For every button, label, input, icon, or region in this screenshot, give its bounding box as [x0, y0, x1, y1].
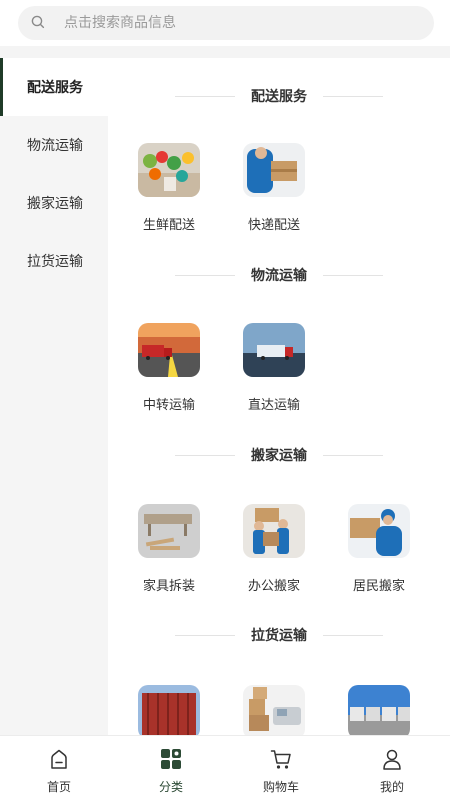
divider	[175, 634, 235, 636]
product-item[interactable]	[339, 685, 419, 735]
product-name: 家具拆装	[142, 579, 195, 594]
tab-cart[interactable]: 购物车	[225, 736, 337, 800]
top-bar	[0, 0, 450, 46]
product-image	[243, 143, 305, 197]
user-icon	[383, 749, 401, 770]
product-name: 快递配送	[247, 218, 300, 233]
product-image	[138, 504, 200, 558]
product-name: 直达运输	[247, 398, 300, 413]
section-title: 拉货运输	[251, 628, 307, 644]
product-name: 居民搬家	[352, 579, 405, 594]
product-item[interactable]: 快递配送	[234, 143, 314, 233]
bottom-tab-bar: 首页 分类 购物车 我的	[0, 735, 450, 800]
divider	[323, 634, 383, 636]
tab-label: 购物车	[262, 780, 299, 794]
product-image	[138, 143, 200, 197]
section-header: 配送服务	[108, 85, 450, 107]
product-name: 中转运输	[142, 398, 195, 413]
sidebar-item-moving[interactable]: 搬家运输	[0, 174, 108, 232]
product-image	[348, 685, 410, 735]
product-item[interactable]	[234, 685, 314, 735]
sidebar-item-cargo[interactable]: 拉货运输	[0, 232, 108, 290]
section-header: 搬家运输	[108, 444, 450, 466]
product-name: 办公搬家	[247, 579, 300, 594]
sidebar-item-label: 搬家运输	[27, 196, 83, 212]
section-title: 搬家运输	[251, 448, 307, 464]
tab-label: 分类	[158, 780, 183, 794]
home-icon	[51, 749, 67, 769]
product-image	[243, 504, 305, 558]
tab-profile[interactable]: 我的	[336, 736, 448, 800]
divider	[323, 454, 383, 456]
product-image	[243, 685, 305, 735]
section-title: 物流运输	[251, 268, 307, 284]
divider	[175, 454, 235, 456]
sidebar-item-delivery[interactable]: 配送服务	[0, 58, 108, 116]
product-item[interactable]: 中转运输	[129, 323, 209, 413]
divider	[323, 95, 383, 97]
product-image	[243, 323, 305, 377]
product-item[interactable]: 办公搬家	[234, 504, 314, 594]
product-item[interactable]: 直达运输	[234, 323, 314, 413]
product-name: 生鲜配送	[142, 218, 195, 233]
sidebar-item-label: 物流运输	[27, 138, 83, 154]
tab-label: 首页	[46, 780, 71, 794]
product-image	[138, 685, 200, 735]
search-bar[interactable]	[18, 6, 434, 40]
search-icon	[31, 15, 45, 29]
product-item[interactable]: 家具拆装	[129, 504, 209, 594]
section-header: 拉货运输	[108, 624, 450, 646]
divider	[0, 46, 450, 58]
divider	[175, 274, 235, 276]
product-image	[138, 323, 200, 377]
category-content: 配送服务 生鲜配送 快递配送 物流运输 中转运输 直达运输 搬家运输 家具拆装 …	[108, 58, 450, 735]
divider	[175, 95, 235, 97]
product-item[interactable]: 居民搬家	[339, 504, 419, 594]
category-icon	[161, 749, 181, 769]
product-item[interactable]: 生鲜配送	[129, 143, 209, 233]
tab-home[interactable]: 首页	[3, 736, 115, 800]
category-sidebar: 配送服务 物流运输 搬家运输 拉货运输	[0, 58, 108, 735]
sidebar-item-label: 配送服务	[27, 80, 83, 96]
cart-icon	[270, 750, 291, 769]
section-title: 配送服务	[251, 89, 307, 105]
tab-label: 我的	[379, 780, 404, 794]
sidebar-item-logistics[interactable]: 物流运输	[0, 116, 108, 174]
tab-category[interactable]: 分类	[115, 736, 227, 800]
divider	[323, 274, 383, 276]
product-image	[348, 504, 410, 558]
sidebar-item-label: 拉货运输	[27, 254, 83, 270]
section-header: 物流运输	[108, 264, 450, 286]
product-item[interactable]	[129, 685, 209, 735]
search-input[interactable]	[64, 6, 424, 40]
